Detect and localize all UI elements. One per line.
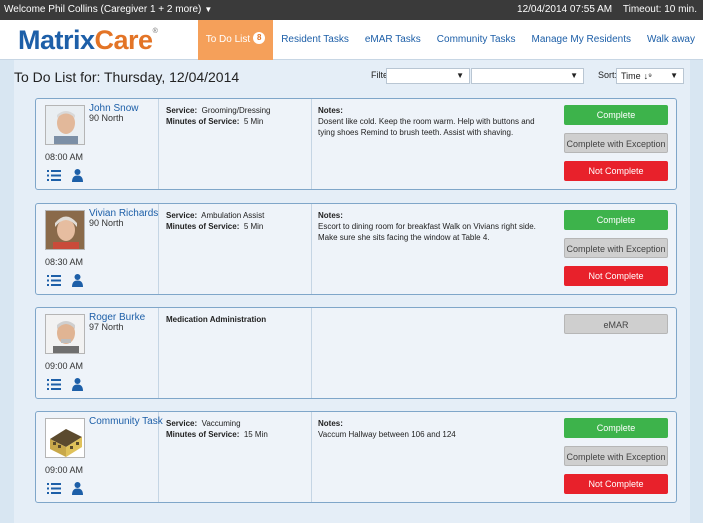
not-complete-button[interactable]: Not Complete xyxy=(564,161,668,181)
tab-manage-my-residents[interactable]: Manage My Residents xyxy=(524,20,640,60)
tab-walk-away[interactable]: Walk away xyxy=(639,20,703,60)
minutes-label: Minutes of Service: xyxy=(166,117,240,126)
emar-button[interactable]: eMAR xyxy=(564,314,668,334)
filter-select-1[interactable]: ▼ xyxy=(386,68,470,84)
service-label: Service: xyxy=(166,106,198,115)
resident-room: 90 North xyxy=(89,218,124,228)
top-bar: Welcome Phil Collins (Caregiver 1 + 2 mo… xyxy=(0,0,703,20)
minutes-label: Minutes of Service: xyxy=(166,222,240,231)
service-label: Service: xyxy=(166,419,198,428)
app-header: MatrixCare® To Do List 8 Resident Tasks e… xyxy=(0,20,703,60)
service-value: Ambulation Assist xyxy=(201,211,265,220)
notes-text: Dosent like cold. Keep the room warm. He… xyxy=(318,117,535,137)
resident-photo xyxy=(45,105,85,145)
service-value: Medication Administration xyxy=(166,315,267,324)
session-timeout: Timeout: 10 min. xyxy=(622,4,697,15)
list-icon[interactable] xyxy=(47,170,61,181)
resident-room: 90 North xyxy=(89,113,124,123)
resident-photo xyxy=(45,314,85,354)
task-time: 08:00 AM xyxy=(45,152,84,162)
person-icon[interactable] xyxy=(72,378,83,391)
list-icon[interactable] xyxy=(47,275,61,286)
complete-button[interactable]: Complete xyxy=(564,105,668,125)
notes-label: Notes: xyxy=(318,419,343,428)
not-complete-button[interactable]: Not Complete xyxy=(564,266,668,286)
task-card: Community Task 09:00 AM Service: Vaccumi… xyxy=(35,411,677,503)
welcome-text: Welcome Phil Collins (Caregiver 1 + 2 mo… xyxy=(4,4,202,15)
task-time: 09:00 AM xyxy=(45,361,84,371)
minutes-value: 5 Min xyxy=(243,117,264,126)
list-icon[interactable] xyxy=(47,483,61,494)
resident-photo xyxy=(45,210,85,250)
complete-with-exception-button[interactable]: Complete with Exception xyxy=(564,133,668,153)
task-count-badge: 8 xyxy=(253,32,266,45)
chevron-down-icon: ▼ xyxy=(456,71,464,80)
service-label: Service: xyxy=(166,211,198,220)
complete-button[interactable]: Complete xyxy=(564,210,668,230)
notes-text: Vaccum Hallway between 106 and 124 xyxy=(318,430,456,439)
current-datetime: 12/04/2014 07:55 AM xyxy=(517,4,613,15)
minutes-label: Minutes of Service: xyxy=(166,430,240,439)
tab-to-do-list[interactable]: To Do List 8 xyxy=(197,20,274,60)
service-value: Grooming/Dressing xyxy=(201,106,271,115)
person-icon[interactable] xyxy=(72,169,83,182)
notes-label: Notes: xyxy=(318,211,343,220)
tab-community-tasks[interactable]: Community Tasks xyxy=(429,20,524,60)
filter-select-2[interactable]: ▼ xyxy=(471,68,584,84)
chevron-down-icon: ▼ xyxy=(204,5,213,14)
community-task-link[interactable]: Community Task xyxy=(89,416,163,427)
list-icon[interactable] xyxy=(47,379,61,390)
service-value: Vaccuming xyxy=(201,419,241,428)
matrixcare-logo: MatrixCare® xyxy=(18,25,158,55)
notes-text: Escort to dining room for breakfast Walk… xyxy=(318,222,536,242)
task-time: 09:00 AM xyxy=(45,465,84,475)
sort-order-icon: ↓⁹ xyxy=(643,71,653,81)
main-nav: To Do List 8 Resident Tasks eMAR Tasks Co… xyxy=(197,20,703,60)
user-menu[interactable]: Welcome Phil Collins (Caregiver 1 + 2 mo… xyxy=(4,0,212,20)
task-card: Roger Burke 97 North 09:00 AM Medication… xyxy=(35,307,677,399)
tab-resident-tasks[interactable]: Resident Tasks xyxy=(273,20,357,60)
not-complete-button[interactable]: Not Complete xyxy=(564,474,668,494)
sort-label: Sort: xyxy=(598,70,618,80)
notes-label: Notes: xyxy=(318,106,343,115)
minutes-value: 5 Min xyxy=(243,222,264,231)
person-icon[interactable] xyxy=(72,274,83,287)
sort-select[interactable]: Time ↓⁹ ▼ xyxy=(616,68,684,84)
scrollbar-track[interactable] xyxy=(690,60,703,523)
page-title: To Do List for: Thursday, 12/04/2014 xyxy=(14,69,240,85)
complete-button[interactable]: Complete xyxy=(564,418,668,438)
person-icon[interactable] xyxy=(72,482,83,495)
community-building-icon xyxy=(45,418,85,458)
task-time: 08:30 AM xyxy=(45,257,84,267)
complete-with-exception-button[interactable]: Complete with Exception xyxy=(564,446,668,466)
chevron-down-icon: ▼ xyxy=(570,71,578,80)
minutes-value: 15 Min xyxy=(243,430,268,439)
chevron-down-icon: ▼ xyxy=(670,71,678,80)
tab-emar-tasks[interactable]: eMAR Tasks xyxy=(357,20,429,60)
task-card: John Snow 90 North 08:00 AM Service: Gro… xyxy=(35,98,677,190)
resident-room: 97 North xyxy=(89,322,124,332)
task-card: Vivian Richards 90 North 08:30 AM Servic… xyxy=(35,203,677,295)
complete-with-exception-button[interactable]: Complete with Exception xyxy=(564,238,668,258)
